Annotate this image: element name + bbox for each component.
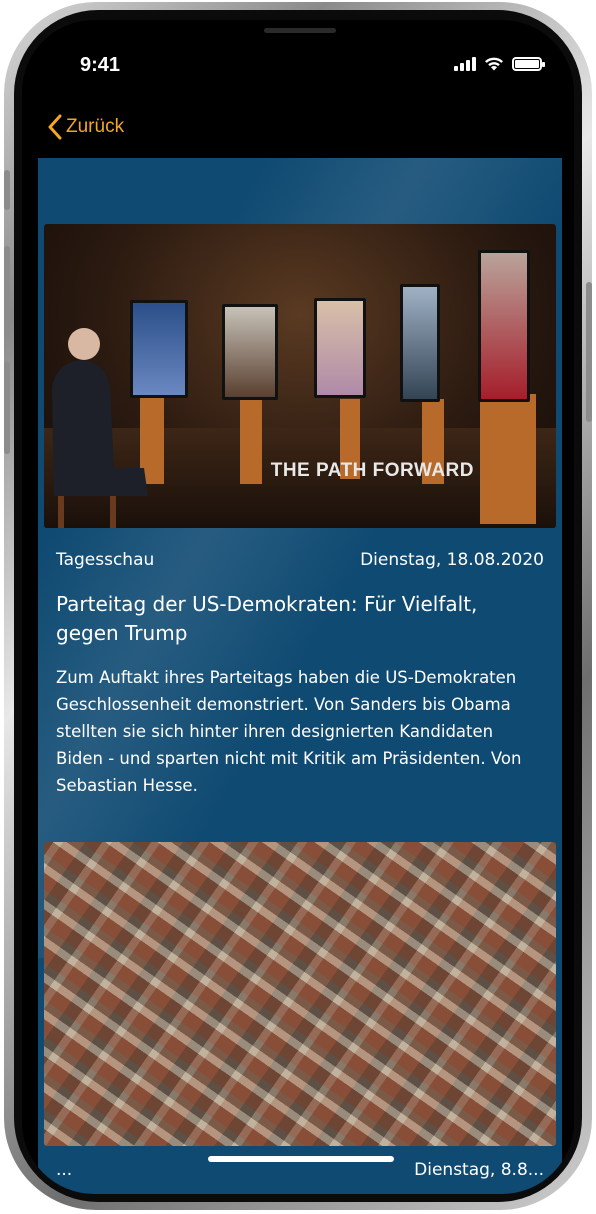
power-button bbox=[586, 282, 592, 422]
volume-up-button bbox=[4, 246, 10, 338]
image-caption: THE PATH FORWARD bbox=[270, 460, 474, 481]
article-card[interactable]: THE PATH FORWARD Tagesschau Dienstag, 18… bbox=[44, 224, 556, 799]
article-card[interactable]: ... Dienstag, 8.8... bbox=[44, 842, 556, 1180]
status-time: 9:41 bbox=[80, 54, 121, 76]
article-date: Dienstag, 8.8... bbox=[414, 1160, 544, 1180]
home-indicator[interactable] bbox=[208, 1156, 394, 1162]
back-label: Zurück bbox=[66, 116, 125, 137]
news-feed[interactable]: THE PATH FORWARD Tagesschau Dienstag, 18… bbox=[38, 158, 562, 1194]
article-source: Tagesschau bbox=[56, 550, 155, 570]
status-icons bbox=[454, 56, 545, 71]
mute-switch bbox=[4, 170, 10, 210]
article-image bbox=[44, 842, 556, 1146]
back-button[interactable]: Zurück bbox=[48, 114, 124, 140]
battery-icon bbox=[512, 57, 545, 71]
article-date: Dienstag, 18.08.2020 bbox=[360, 550, 544, 570]
signal-icon bbox=[454, 57, 476, 71]
article-meta: Tagesschau Dienstag, 18.08.2020 bbox=[44, 550, 556, 570]
volume-down-button bbox=[4, 362, 10, 454]
article-teaser: Zum Auftakt ihres Parteitags haben die U… bbox=[56, 668, 522, 795]
article-image: THE PATH FORWARD bbox=[44, 224, 556, 528]
speaker-grille bbox=[264, 28, 336, 33]
phone-screen: 9:41 Zurück THE PATH FORWARD Tagesschau … bbox=[22, 20, 574, 1194]
chevron-left-icon bbox=[48, 114, 62, 140]
article-headline: Parteitag der US-Demokraten: Für Vielfal… bbox=[56, 592, 478, 645]
person-silhouette bbox=[52, 328, 148, 528]
article-meta: ... Dienstag, 8.8... bbox=[44, 1160, 556, 1180]
wifi-icon bbox=[485, 57, 503, 71]
article-source: ... bbox=[56, 1160, 73, 1180]
